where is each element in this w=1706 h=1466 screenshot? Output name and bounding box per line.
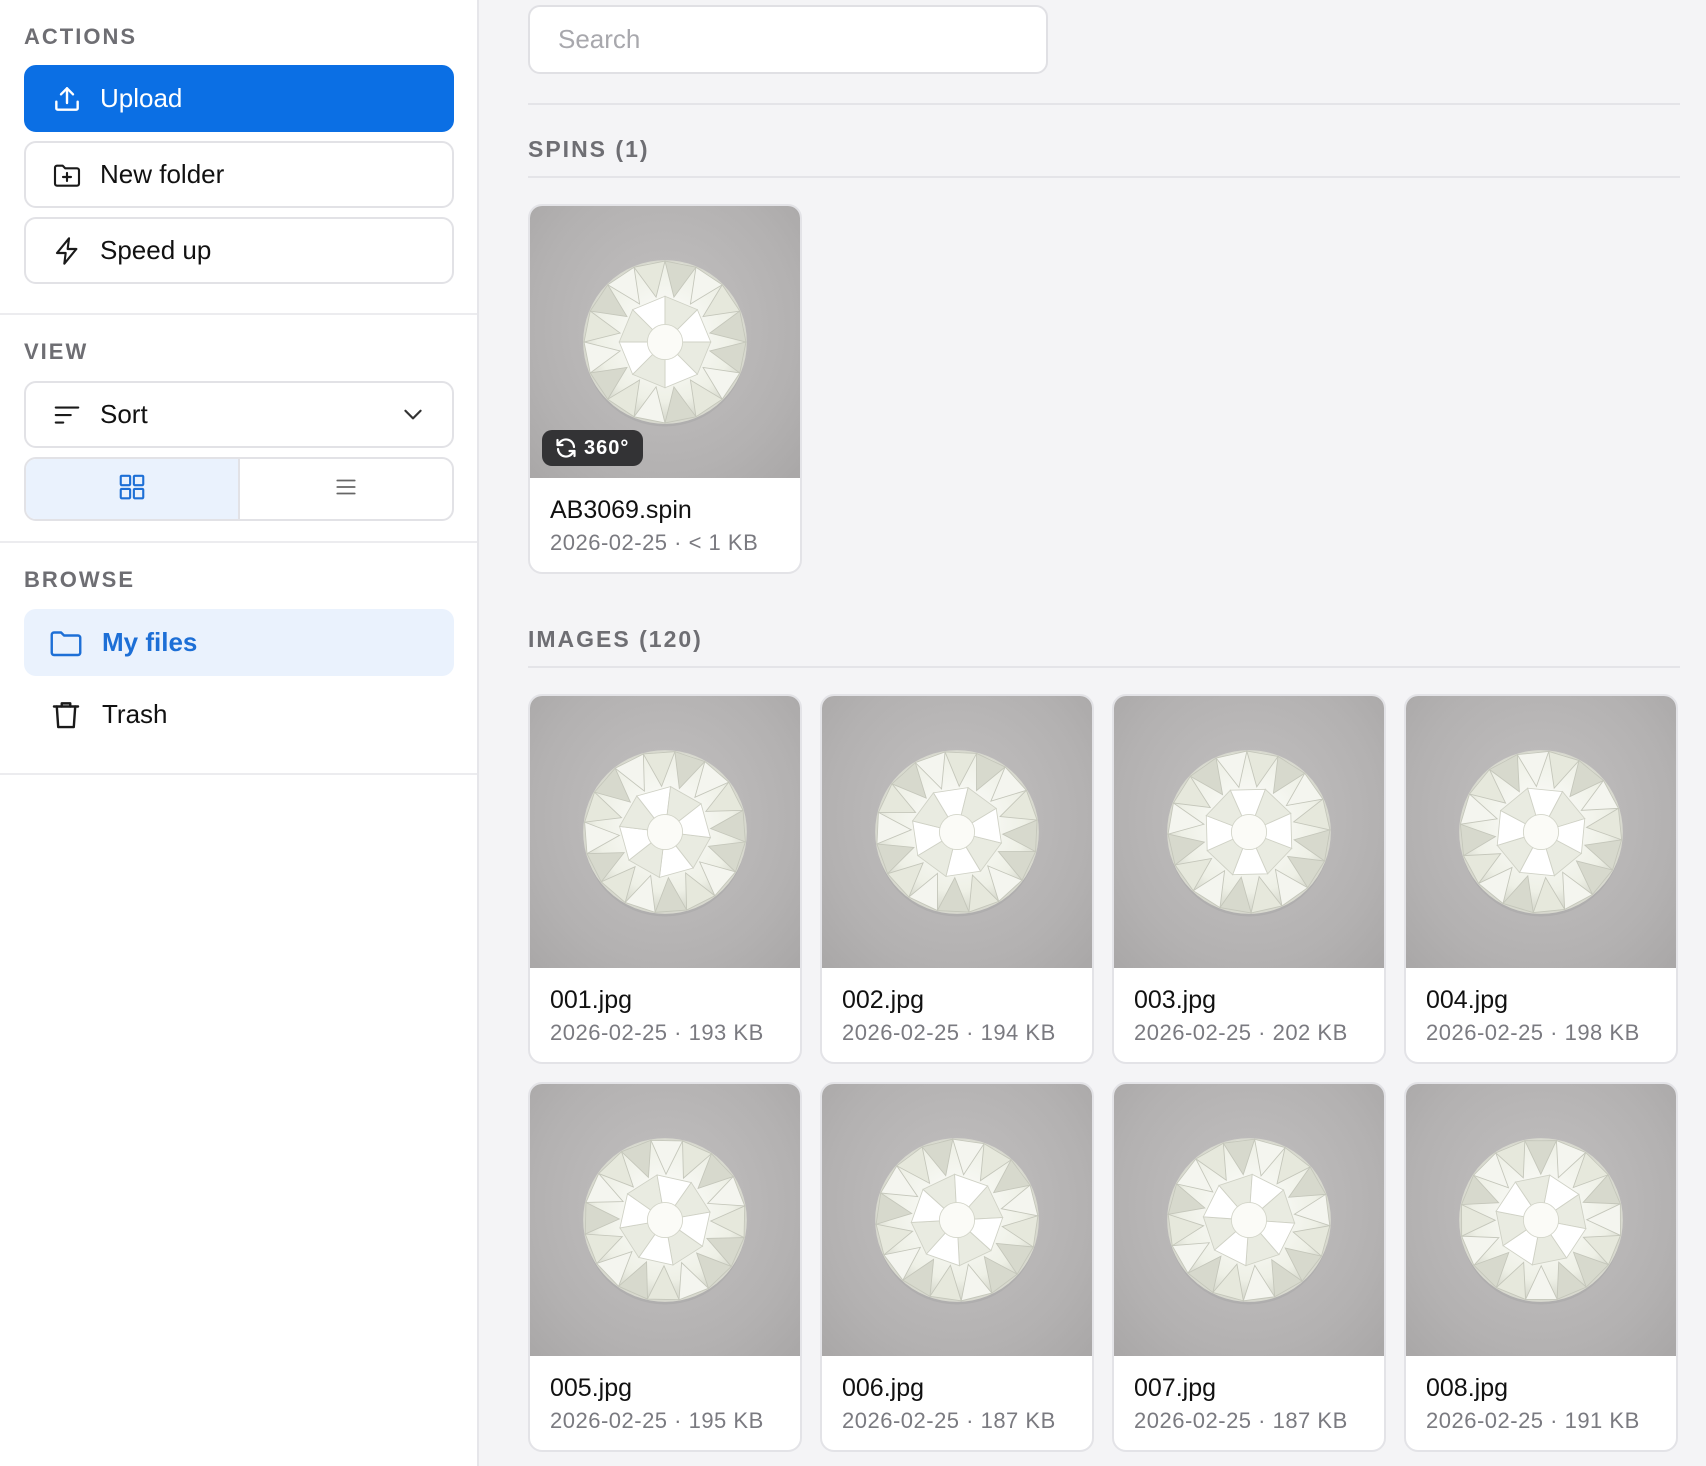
trash-icon (48, 697, 84, 733)
card-name: 005.jpg (550, 1374, 633, 1402)
speed-up-button-label: Speed up (100, 235, 212, 265)
folder-icon (48, 625, 84, 661)
nav-item-label: My files (102, 627, 198, 657)
sort-lines-icon (50, 398, 84, 432)
actions-section-title: ACTIONS (24, 24, 137, 49)
card-meta: 2026-02-25 · 195 KB (550, 1408, 764, 1433)
image-thumbnail (822, 1084, 1092, 1356)
nav-item-my-files[interactable]: My files (24, 609, 454, 676)
image-card[interactable]: 005.jpg 2026-02-25 · 195 KB (528, 1082, 802, 1452)
image-thumbnail (822, 696, 1092, 968)
view-mode-toggle (24, 457, 454, 521)
image-card[interactable]: 001.jpg 2026-02-25 · 193 KB (528, 694, 802, 1064)
spin-360-badge: 360° (542, 430, 644, 466)
image-card[interactable]: 006.jpg 2026-02-25 · 187 KB (820, 1082, 1094, 1452)
sidebar: ACTIONS Upload New folder Speed up VIEW … (0, 0, 479, 1466)
image-card[interactable]: 003.jpg 2026-02-25 · 202 KB (1112, 694, 1386, 1064)
new-folder-button[interactable]: New folder (24, 141, 454, 208)
nav-item-label: Trash (102, 699, 168, 729)
image-card[interactable]: 007.jpg 2026-02-25 · 187 KB (1112, 1082, 1386, 1452)
actions-section: ACTIONS Upload New folder Speed up (0, 0, 477, 315)
divider (528, 666, 1680, 668)
diamond-image (1167, 1138, 1331, 1305)
card-name: AB3069.spin (550, 496, 692, 524)
image-card[interactable]: 002.jpg 2026-02-25 · 194 KB (820, 694, 1094, 1064)
card-meta: 2026-02-25 · 193 KB (550, 1020, 764, 1045)
card-name: 001.jpg (550, 986, 633, 1014)
card-name: 002.jpg (842, 986, 925, 1014)
list-icon (333, 474, 359, 505)
sort-dropdown[interactable]: Sort (24, 381, 454, 448)
view-section-title: VIEW (24, 339, 89, 364)
image-thumbnail (530, 696, 800, 968)
spin-card[interactable]: 360° AB3069.spin 2026-02-25 · < 1 KB (528, 204, 802, 574)
diamond-image (1167, 750, 1331, 917)
image-thumbnail (1114, 1084, 1384, 1356)
diamond-image (875, 1138, 1039, 1305)
spins-section-title: SPINS (1) (528, 136, 650, 162)
card-meta: 2026-02-25 · 202 KB (1134, 1020, 1348, 1045)
image-card[interactable]: 004.jpg 2026-02-25 · 198 KB (1404, 694, 1678, 1064)
chevron-down-icon (400, 401, 426, 427)
rotate-icon (556, 438, 576, 458)
divider (528, 176, 1680, 178)
image-thumbnail (530, 1084, 800, 1356)
card-meta: 2026-02-25 · 194 KB (842, 1020, 1056, 1045)
diamond-image (583, 750, 747, 917)
spin-badge-label: 360° (584, 436, 630, 459)
image-card[interactable]: 008.jpg 2026-02-25 · 191 KB (1404, 1082, 1678, 1452)
card-meta: 2026-02-25 · 191 KB (1426, 1408, 1640, 1433)
diamond-image (583, 260, 747, 427)
grid-icon (117, 472, 147, 507)
upload-button-label: Upload (100, 83, 183, 113)
main-content: SPINS (1) 360° AB3069.spin 2026-02-25 · … (528, 0, 1680, 1466)
card-meta: 2026-02-25 · < 1 KB (550, 530, 759, 555)
card-name: 008.jpg (1426, 1374, 1509, 1402)
upload-icon (50, 82, 84, 116)
grid-view-button[interactable] (26, 459, 240, 519)
image-thumbnail (1406, 696, 1676, 968)
divider (528, 103, 1680, 105)
diamond-image (1459, 750, 1623, 917)
speed-up-button[interactable]: Speed up (24, 217, 454, 284)
upload-button[interactable]: Upload (24, 65, 454, 132)
image-thumbnail (1114, 696, 1384, 968)
new-folder-button-label: New folder (100, 159, 225, 189)
images-section-title: IMAGES (120) (528, 626, 703, 652)
lightning-icon (50, 234, 84, 268)
browse-section: BROWSE My files Trash (0, 543, 477, 775)
sort-dropdown-label: Sort (100, 399, 148, 429)
folder-plus-icon (50, 158, 84, 192)
card-name: 004.jpg (1426, 986, 1509, 1014)
diamond-image (875, 750, 1039, 917)
card-meta: 2026-02-25 · 187 KB (842, 1408, 1056, 1433)
image-thumbnail (1406, 1084, 1676, 1356)
card-name: 003.jpg (1134, 986, 1217, 1014)
card-meta: 2026-02-25 · 187 KB (1134, 1408, 1348, 1433)
view-section: VIEW Sort (0, 315, 477, 543)
browse-section-title: BROWSE (24, 567, 135, 592)
diamond-image (583, 1138, 747, 1305)
search-input[interactable] (528, 5, 1048, 74)
card-name: 006.jpg (842, 1374, 925, 1402)
list-view-button[interactable] (240, 459, 452, 519)
nav-item-trash[interactable]: Trash (24, 681, 454, 748)
spin-thumbnail: 360° (530, 206, 800, 478)
card-name: 007.jpg (1134, 1374, 1217, 1402)
card-meta: 2026-02-25 · 198 KB (1426, 1020, 1640, 1045)
diamond-image (1459, 1138, 1623, 1305)
